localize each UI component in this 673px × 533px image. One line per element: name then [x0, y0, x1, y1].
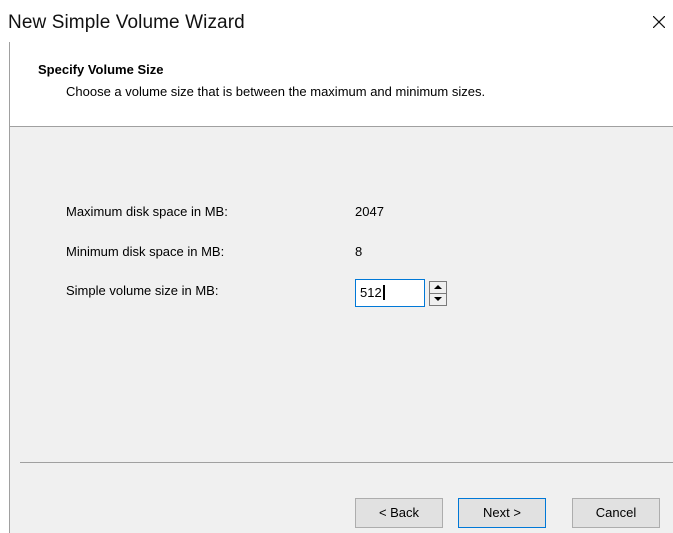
max-disk-space-label: Maximum disk space in MB:: [66, 204, 228, 219]
arrow-down-icon: [434, 297, 442, 301]
volume-size-label: Simple volume size in MB:: [66, 283, 219, 298]
volume-size-stepper: 512: [355, 279, 453, 309]
arrow-up-icon: [434, 285, 442, 289]
wizard-window: New Simple Volume Wizard Specify Volume …: [0, 0, 673, 533]
cancel-button[interactable]: Cancel: [572, 498, 660, 528]
volume-size-input[interactable]: 512: [355, 279, 425, 307]
wizard-header: Specify Volume Size Choose a volume size…: [10, 42, 673, 126]
text-caret: [382, 285, 385, 300]
title-bar: New Simple Volume Wizard: [0, 0, 673, 42]
spin-buttons: [429, 281, 447, 306]
next-button[interactable]: Next >: [458, 498, 546, 528]
back-button[interactable]: < Back: [355, 498, 443, 528]
footer-divider: [20, 462, 673, 463]
max-disk-space-value: 2047: [355, 204, 384, 219]
close-button[interactable]: [643, 4, 673, 38]
window-title: New Simple Volume Wizard: [8, 12, 245, 33]
volume-size-input-value: 512: [360, 285, 382, 300]
min-disk-space-value: 8: [355, 244, 363, 259]
wizard-body: Maximum disk space in MB: 2047 Minimum d…: [10, 127, 673, 533]
spin-down-button[interactable]: [429, 293, 447, 306]
min-disk-space-label: Minimum disk space in MB:: [66, 244, 225, 259]
page-title: Specify Volume Size: [38, 62, 164, 77]
page-subtitle: Choose a volume size that is between the…: [66, 84, 486, 99]
close-icon: [653, 16, 665, 28]
